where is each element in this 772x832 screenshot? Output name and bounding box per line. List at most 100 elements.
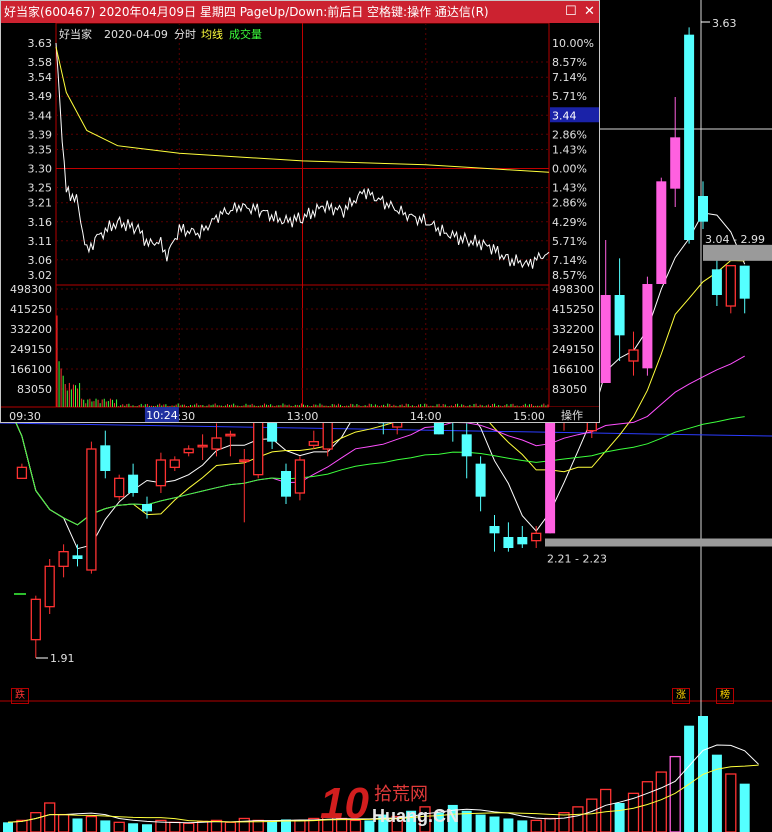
volume-bar <box>530 819 542 832</box>
time-label: 13:00 <box>287 410 319 423</box>
intraday-chart[interactable]: 3.63 10.00% 3.58 8.57% 3.54 7.14% 3.49 5.71% 3.4… <box>1 23 599 423</box>
volume-bar <box>238 817 250 832</box>
volume-bar <box>44 802 56 832</box>
candle-body <box>698 196 708 222</box>
candle <box>197 434 208 460</box>
rise-limit-badge: 涨 <box>672 688 690 704</box>
candle <box>642 276 653 376</box>
volume-bar <box>572 806 584 832</box>
intraday-stock-name: 好当家 <box>59 27 92 41</box>
candle-body <box>30 598 41 641</box>
price-tick-left: 3.30 <box>28 163 53 176</box>
volume-tick-right: 415250 <box>552 303 594 316</box>
candle <box>211 423 222 457</box>
candle <box>308 430 319 449</box>
close-icon[interactable]: ✕ <box>584 1 595 23</box>
percent-tick-right: 0.00% <box>552 163 587 176</box>
candle <box>225 430 236 457</box>
volume-bar <box>294 819 306 832</box>
candle-body <box>684 34 695 240</box>
low-price-label: 1.91 <box>50 652 75 665</box>
candle-body <box>739 265 750 299</box>
popup-title-text: 好当家(600467) 2020年04月09日 星期四 PageUp/Down:… <box>4 5 489 19</box>
candle <box>614 258 625 361</box>
time-label: 09:30 <box>9 410 41 423</box>
candle <box>503 522 514 552</box>
volume-tick-right: 498300 <box>552 283 594 296</box>
action-label: 操作 <box>561 408 583 422</box>
percent-tick-right: 2.86% <box>552 128 587 141</box>
volume-bar <box>600 788 612 832</box>
candle <box>128 463 139 497</box>
volume-bar <box>544 817 556 832</box>
ranking-badge: 榜 <box>716 688 734 704</box>
high-price-label: 3.63 <box>712 17 737 30</box>
volume-bar <box>586 798 598 832</box>
candle-body <box>711 269 722 295</box>
candle-body <box>114 477 125 498</box>
candle-body <box>503 537 514 548</box>
restore-icon[interactable]: ☐ <box>565 1 577 23</box>
watermark-number: 10 <box>320 779 369 828</box>
volume-bar <box>3 822 13 832</box>
percent-tick-right: 8.57% <box>552 56 587 69</box>
popup-title-bar[interactable]: 好当家(600467) 2020年04月09日 星期四 PageUp/Down:… <box>1 1 599 23</box>
volume-bar <box>100 820 111 832</box>
volume-bar <box>739 783 750 832</box>
price-tick-left: 3.02 <box>28 269 53 282</box>
avg-line-label: 均线 <box>201 27 223 41</box>
candle <box>114 474 125 501</box>
candle-body <box>155 459 167 487</box>
candle <box>30 595 41 658</box>
volume-bar <box>558 812 570 832</box>
volume-bar <box>503 818 514 832</box>
watermark-logo: 10 拾荒网 Huang.CN <box>320 779 459 828</box>
percent-tick-right: 2.86% <box>552 197 587 210</box>
price-tick-left: 3.63 <box>28 37 53 50</box>
volume-tick-right: 83050 <box>552 383 587 396</box>
support-price-label: 2.21 - 2.23 <box>547 553 607 566</box>
candle <box>44 559 55 614</box>
volume-bar <box>57 813 70 832</box>
support-band <box>545 538 772 547</box>
volume-bar <box>16 819 28 832</box>
candle-body <box>16 466 28 479</box>
candle-body <box>44 565 55 608</box>
candle <box>169 456 180 471</box>
candle-body <box>642 284 653 369</box>
volume-bar <box>183 822 195 832</box>
candle-body <box>531 532 542 542</box>
candle <box>58 544 69 578</box>
current-price-label: 3.44 <box>552 109 577 122</box>
candle-body <box>72 555 83 559</box>
candle <box>670 97 681 207</box>
candle <box>489 515 500 552</box>
candle-body <box>142 504 152 512</box>
candle <box>531 526 542 548</box>
volume-bar <box>475 814 486 832</box>
candle-body <box>308 441 319 446</box>
cursor-time-label: 10:24 <box>146 409 178 422</box>
time-label: 15:00 <box>513 410 545 423</box>
price-tick-left: 3.21 <box>28 197 53 210</box>
candle-body <box>489 526 500 534</box>
candle <box>281 463 291 504</box>
percent-tick-right: 7.14% <box>552 254 587 267</box>
watermark-cn: 拾荒网 <box>374 784 428 805</box>
volume-bar <box>684 725 695 832</box>
price-tick-left: 3.44 <box>28 109 53 122</box>
volume-bar <box>711 754 722 832</box>
candle <box>475 456 486 512</box>
percent-tick-right: 5.71% <box>552 90 587 103</box>
candle <box>739 265 750 314</box>
candle <box>711 258 722 306</box>
watermark-en: Huang.CN <box>372 806 459 826</box>
candle-body <box>656 181 667 284</box>
percent-tick-right: 1.43% <box>552 182 587 195</box>
volume-bar <box>72 818 83 832</box>
intraday-popup-window[interactable]: 好当家(600467) 2020年04月09日 星期四 PageUp/Down:… <box>0 0 600 423</box>
volume-tick-right: 332200 <box>552 323 594 336</box>
candle-body <box>211 437 222 450</box>
drop-limit-badge: 跌 <box>11 688 29 704</box>
volume-tick-right: 249150 <box>552 343 594 356</box>
